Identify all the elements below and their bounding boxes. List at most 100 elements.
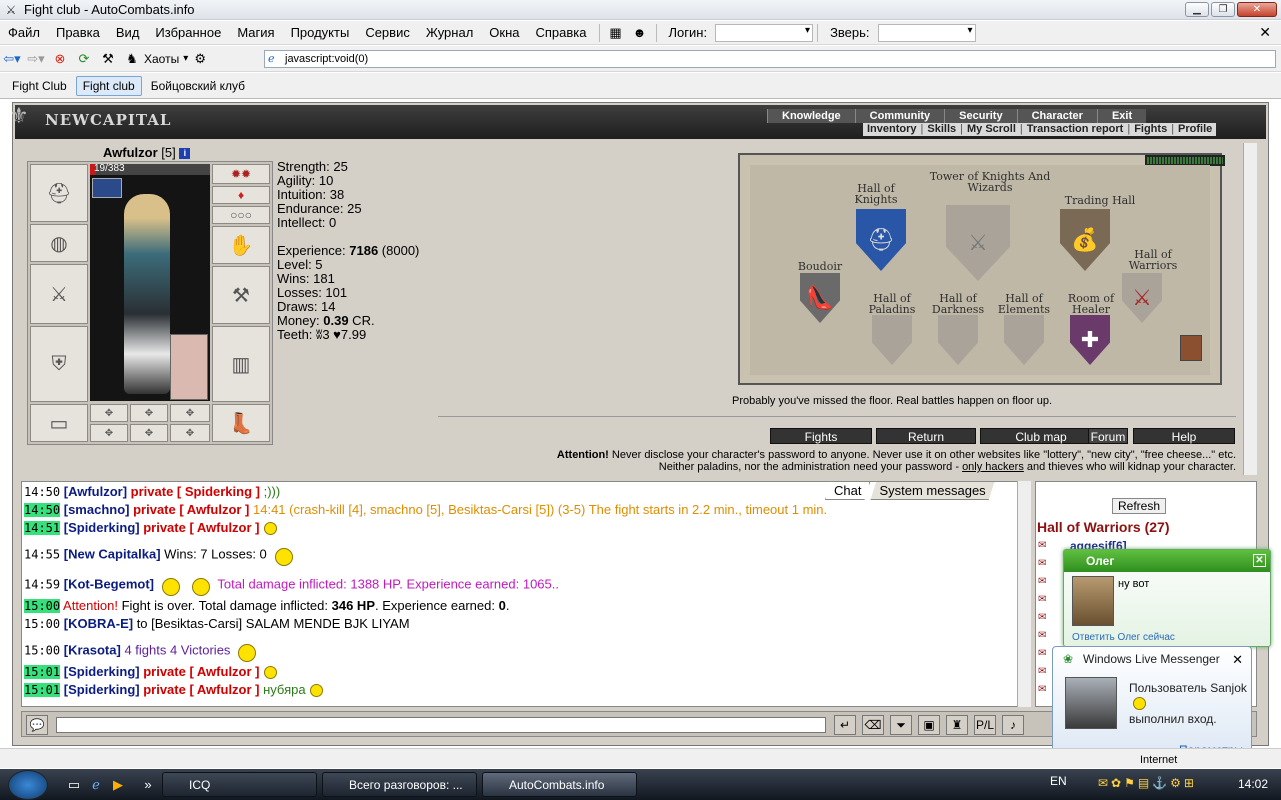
private-msg-icon[interactable]: ✉ <box>1038 558 1058 570</box>
refresh-button[interactable]: Refresh <box>1112 498 1166 514</box>
earrings-slot-icon[interactable]: ✹✹ <box>212 164 270 184</box>
hall-knights-shield-icon[interactable]: ⛑ <box>856 209 906 271</box>
language-indicator[interactable]: EN <box>1050 774 1067 788</box>
club-map-button[interactable]: Club map <box>980 428 1102 444</box>
chat-time[interactable]: 15:00 <box>24 599 61 613</box>
chat-nick[interactable]: [KOBRA-E] <box>64 616 133 631</box>
only-hackers-link[interactable]: only hackers <box>962 461 1024 473</box>
chat-scrollbar[interactable] <box>1017 481 1031 707</box>
chat-nick[interactable]: [Awfulzor] <box>64 484 127 499</box>
chat-time[interactable]: 14:55 <box>24 547 60 561</box>
hall-warriors-shield-icon[interactable]: ⚔ <box>1122 273 1162 323</box>
pants-slot-icon[interactable]: ▥ <box>212 326 270 402</box>
gloves-slot-icon[interactable]: ✋ <box>212 226 270 264</box>
address-input[interactable]: ℯ javascript:void(0) <box>264 50 1276 68</box>
weapon-slot-icon[interactable]: ⚔ <box>30 264 88 324</box>
bracers-slot-icon[interactable]: ◍ <box>30 224 88 262</box>
owl-pet-icon[interactable] <box>170 334 208 400</box>
nav-my-scroll[interactable]: My Scroll <box>963 123 1020 136</box>
minimize-button[interactable]: ▁ <box>1185 2 1209 17</box>
menu-favorites[interactable]: Избранное <box>147 25 229 40</box>
private-msg-icon[interactable]: ✉ <box>1038 540 1058 552</box>
info-icon[interactable]: i <box>179 148 191 160</box>
eraser-icon[interactable]: ⌫ <box>862 715 884 735</box>
menu-service[interactable]: Сервис <box>357 25 418 40</box>
chevron-right-icon[interactable]: » <box>140 777 156 793</box>
login-select[interactable] <box>715 23 814 42</box>
haoty-icon[interactable]: ♞ <box>123 50 141 68</box>
save-icon[interactable]: ▣ <box>918 715 940 735</box>
chat-time[interactable]: 15:00 <box>24 617 60 631</box>
scroll-slot-icon[interactable]: ✥ <box>90 404 128 422</box>
smiley-menu-icon[interactable]: ☻▾ <box>631 24 649 58</box>
hall-elements-shield-icon[interactable] <box>1004 315 1044 365</box>
private-msg-icon[interactable]: ✉ <box>1038 630 1058 642</box>
chat-input[interactable] <box>56 717 826 733</box>
menu-windows[interactable]: Окна <box>481 25 527 40</box>
forward-icon[interactable]: ⇨▾ <box>27 50 45 68</box>
nav-community[interactable]: Community <box>854 109 945 123</box>
belt-slot-icon[interactable]: ▭ <box>30 404 88 442</box>
chat-nick[interactable]: [Kot-Begemot] <box>64 576 154 591</box>
restore-button[interactable]: ❐ <box>1211 2 1235 17</box>
stop-icon[interactable]: ⊗ <box>51 50 69 68</box>
messenger-popup[interactable]: ❀ Windows Live Messenger ✕ Пользователь … <box>1052 646 1252 758</box>
nav-fights[interactable]: Fights <box>1130 123 1171 136</box>
chat-nick[interactable]: [Krasota] <box>64 642 121 657</box>
forum-button[interactable]: Forum <box>1088 428 1128 444</box>
icq-reply-link[interactable]: Ответить Олег сейчас <box>1072 632 1175 643</box>
chat-time[interactable]: 15:00 <box>24 643 60 657</box>
pet-select[interactable] <box>877 23 976 42</box>
refresh-icon[interactable]: ⟳ <box>75 50 93 68</box>
nav-profile[interactable]: Profile <box>1174 123 1216 136</box>
room-healer-shield-icon[interactable]: ✚ <box>1070 315 1110 365</box>
tab-boytsovsky-klub[interactable]: Бойцовский клуб <box>145 77 251 95</box>
help-button[interactable]: Help <box>1133 428 1235 444</box>
menu-journal[interactable]: Журнал <box>418 25 481 40</box>
nav-security[interactable]: Security <box>944 109 1017 123</box>
translit-icon[interactable]: P/L <box>974 715 996 735</box>
menu-view[interactable]: Вид <box>108 25 148 40</box>
chat-time[interactable]: 14:51 <box>24 521 61 535</box>
icq-popup[interactable]: Олег ✕ ну вот Ответить Олег сейчас <box>1063 549 1271 647</box>
trading-hall-shield-icon[interactable]: 💰 <box>1060 209 1110 271</box>
haoty-button[interactable]: Хаоты <box>144 52 179 66</box>
speech-icon[interactable]: 💬 <box>26 715 48 735</box>
chat-nick[interactable]: [Spiderking] <box>64 682 140 697</box>
task-autocombats[interactable]: AutoCombats.info <box>482 772 637 797</box>
tab-system-messages[interactable]: System messages <box>870 481 994 500</box>
chevron-down-icon[interactable]: ▾ <box>183 53 188 64</box>
nav-knowledge[interactable]: Knowledge <box>767 109 855 123</box>
chat-nick[interactable]: [Spiderking] <box>64 664 140 679</box>
tab-chat[interactable]: Chat <box>825 481 870 500</box>
effect-icon[interactable] <box>92 178 122 198</box>
tools-icon[interactable]: ⚒ <box>99 50 117 68</box>
nav-skills[interactable]: Skills <box>923 123 960 136</box>
chat-time[interactable]: 14:59 <box>24 577 60 591</box>
menu-help[interactable]: Справка <box>528 25 595 40</box>
menu-products[interactable]: Продукты <box>283 25 358 40</box>
chat-time[interactable]: 14:50 <box>24 485 60 499</box>
menu-magic[interactable]: Магия <box>229 25 282 40</box>
character-nick[interactable]: Awfulzor <box>103 145 158 160</box>
close-icon[interactable]: ✕ <box>1253 554 1266 567</box>
helmet-slot-icon[interactable]: ⛑ <box>30 164 88 222</box>
chat-time[interactable]: 15:01 <box>24 665 61 679</box>
tab-fight-club-1[interactable]: Fight Club <box>6 77 73 95</box>
nav-transaction-report[interactable]: Transaction report <box>1023 123 1128 136</box>
fights-button[interactable]: Fights <box>770 428 872 444</box>
scroll-slot-icon[interactable]: ✥ <box>130 424 168 442</box>
boudoir-shield-icon[interactable]: 👠 <box>800 273 840 323</box>
shield-slot-icon[interactable]: ⚒ <box>212 266 270 324</box>
boots-slot-icon[interactable]: 👢 <box>212 404 270 442</box>
media-icon[interactable]: ▶ <box>110 777 126 793</box>
rings-slot-icon[interactable]: ○○○ <box>212 206 270 224</box>
nav-exit[interactable]: Exit <box>1096 109 1147 123</box>
menu-edit[interactable]: Правка <box>48 25 108 40</box>
scroll-slot-icon[interactable]: ✥ <box>170 404 210 422</box>
chat-time[interactable]: 15:01 <box>24 683 61 697</box>
task-icq[interactable]: ICQ <box>162 772 317 797</box>
gear-icon[interactable]: ⚙ <box>191 50 209 68</box>
desktop-icon[interactable]: ▭ <box>66 777 82 793</box>
chat-time[interactable]: 14:50 <box>24 503 61 517</box>
